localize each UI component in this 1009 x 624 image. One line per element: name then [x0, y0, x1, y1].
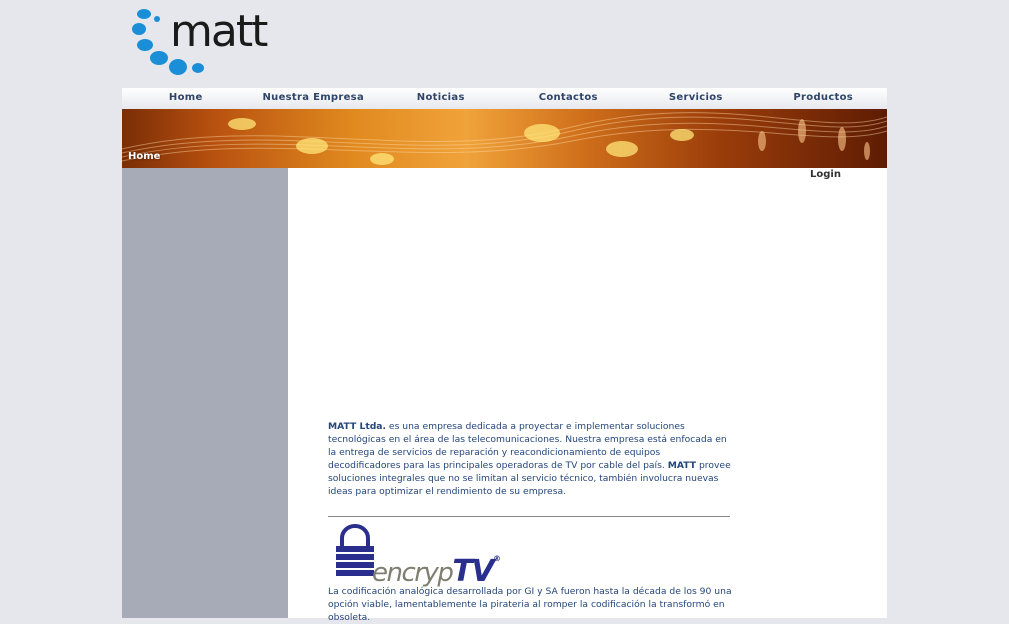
- encryptv-logo[interactable]: encrypTV®: [332, 524, 508, 589]
- login-link[interactable]: Login: [810, 169, 841, 180]
- section-divider: [328, 516, 730, 517]
- left-sidebar: [122, 168, 288, 618]
- logo-text: matt: [170, 6, 268, 57]
- main-content: Login MATT Ltda. es una empresa dedicada…: [288, 168, 887, 623]
- nav-home[interactable]: Home: [122, 88, 250, 109]
- company-name: MATT Ltda.: [328, 421, 386, 432]
- encryptv-description: La codificación analógica desarrollada p…: [328, 586, 732, 623]
- registered-mark: ®: [493, 554, 501, 563]
- main-nav: Home Nuestra Empresa Noticias Contactos …: [122, 88, 887, 109]
- nav-productos[interactable]: Productos: [760, 88, 888, 109]
- encryptv-suffix: TV: [452, 554, 494, 589]
- intro-paragraph: MATT Ltda. es una empresa dedicada a pro…: [328, 420, 732, 498]
- banner-graphic: [122, 112, 887, 165]
- nav-nuestra-empresa[interactable]: Nuestra Empresa: [250, 88, 378, 109]
- header-banner: Home: [122, 109, 887, 168]
- nav-servicios[interactable]: Servicios: [632, 88, 760, 109]
- nav-noticias[interactable]: Noticias: [377, 88, 505, 109]
- encryptv-wordmark: encrypTV®: [372, 554, 501, 589]
- banner-section-label: Home: [128, 151, 161, 162]
- company-name-short: MATT: [667, 460, 697, 471]
- padlock-icon: [336, 524, 374, 576]
- encryptv-prefix: encryp: [372, 558, 454, 588]
- matt-logo[interactable]: matt: [130, 4, 280, 82]
- nav-contactos[interactable]: Contactos: [505, 88, 633, 109]
